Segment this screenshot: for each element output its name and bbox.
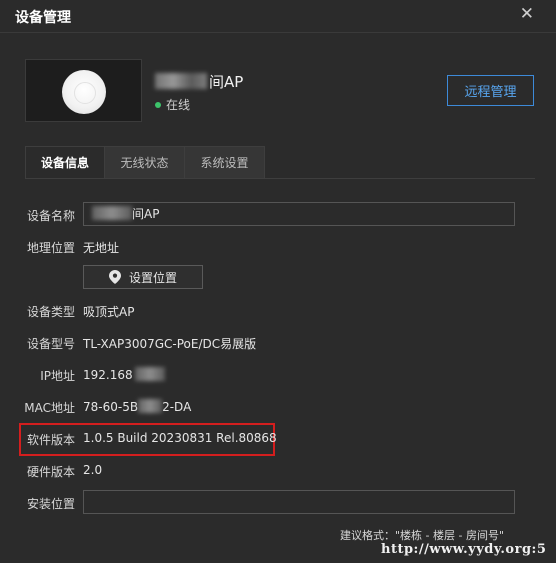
redacted-text: [92, 206, 132, 220]
device-model-label: 设备型号: [26, 337, 75, 351]
tab-system-settings[interactable]: 系统设置: [185, 146, 265, 179]
ip-address-value: 192.168: [83, 367, 165, 382]
set-location-label: 设置位置: [128, 270, 177, 285]
software-version-value: 1.0.5 Build 20230831 Rel.80868: [83, 431, 277, 445]
device-name-label: 设备名称: [26, 209, 75, 223]
location-label: 地理位置: [26, 241, 75, 255]
device-model-value: TL-XAP3007GC-PoE/DC易展版: [83, 337, 257, 351]
device-type-label: 设备类型: [26, 305, 75, 319]
ceiling-ap-icon: [62, 70, 106, 114]
device-type-value: 吸顶式AP: [83, 305, 135, 319]
hardware-version-value: 2.0: [83, 463, 103, 477]
device-name-value: 间AP: [132, 207, 160, 221]
dialog-title: 设备管理: [15, 10, 71, 26]
remote-management-button[interactable]: 远程管理: [447, 75, 534, 106]
install-location-label: 安装位置: [26, 497, 75, 511]
close-icon[interactable]: ✕: [520, 4, 534, 24]
dialog-titlebar: 设备管理 ✕: [0, 0, 556, 33]
watermark-text: http://www.yydy.org:5: [381, 542, 547, 557]
redacted-text: [138, 399, 163, 413]
install-location-hint: 建议格式："楼栋 - 楼层 - 房间号": [340, 529, 505, 542]
install-location-input[interactable]: [83, 490, 515, 514]
software-version-label: 软件版本: [26, 433, 75, 447]
tab-divider: [25, 178, 535, 179]
mac-address-prefix: 78-60-5B: [83, 400, 139, 414]
device-status-text: 在线: [166, 98, 191, 112]
mac-address-label: MAC地址: [24, 401, 75, 415]
redacted-text: [134, 367, 165, 381]
tab-device-info[interactable]: 设备信息: [25, 146, 105, 179]
device-name-input[interactable]: 间AP: [83, 202, 515, 226]
status-dot-icon: [155, 102, 161, 108]
device-header-name: 间AP: [155, 71, 243, 92]
ip-address-text: 192.168: [83, 368, 133, 382]
mac-address-suffix: 2-DA: [162, 400, 192, 414]
ip-address-label: IP地址: [40, 369, 75, 383]
hardware-version-label: 硬件版本: [26, 465, 75, 479]
device-image: [25, 59, 142, 122]
location-value: 无地址: [83, 241, 120, 255]
tab-wireless-status[interactable]: 无线状态: [105, 146, 185, 179]
redacted-text: [155, 73, 207, 89]
device-status: 在线: [155, 96, 190, 113]
tab-bar: 设备信息 无线状态 系统设置: [25, 146, 265, 179]
device-management-dialog: 设备管理 ✕ 间AP 在线 远程管理 设备信息 无线状态 系统设置 设备名称 间…: [0, 0, 556, 563]
mac-address-value: 78-60-5B 2-DA: [83, 399, 191, 414]
device-header-name-text: 间AP: [209, 73, 244, 91]
location-pin-icon: [108, 270, 121, 284]
set-location-button[interactable]: 设置位置: [83, 265, 203, 289]
